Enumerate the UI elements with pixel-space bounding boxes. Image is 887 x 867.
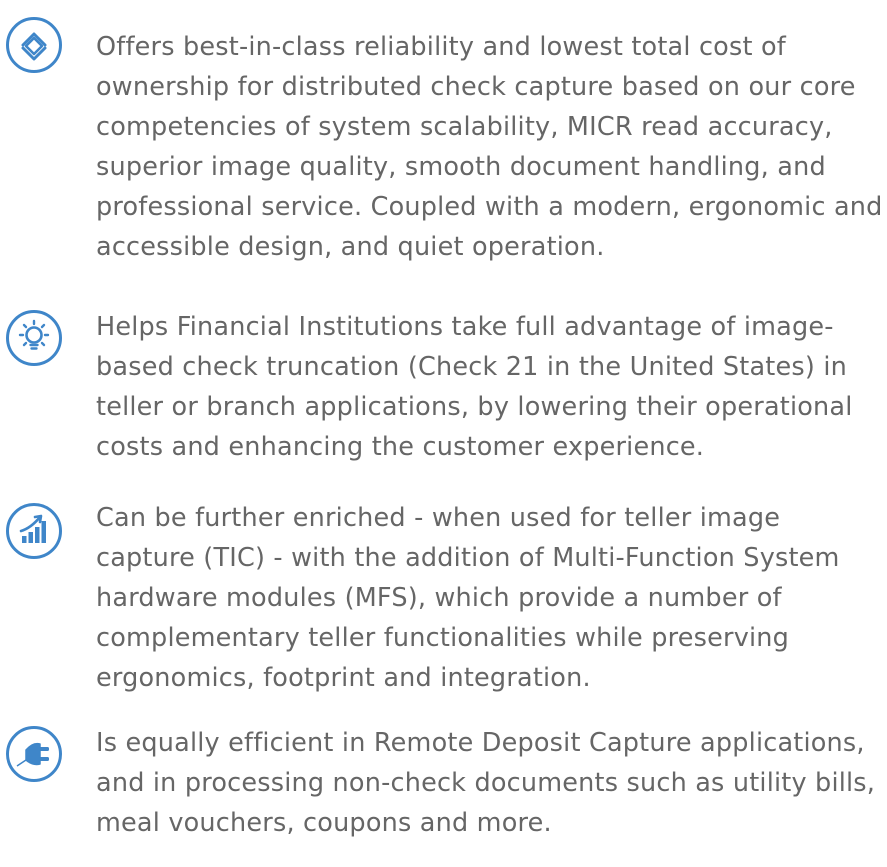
lightbulb-icon-graphic — [18, 319, 50, 350]
plug-icon-graphic — [16, 742, 49, 767]
feature-description: Helps Financial Institutions take full a… — [96, 312, 853, 462]
lightbulb-icon — [6, 310, 62, 366]
layers-icon-graphic — [21, 32, 47, 61]
feature-description: Is equally efficient in Remote Deposit C… — [96, 728, 876, 838]
feature-description: Offers best-in-class reliability and low… — [96, 32, 883, 262]
growth-chart-icon-graphic — [19, 514, 46, 543]
feature-description: Can be further enriched - when used for … — [96, 503, 840, 693]
layers-icon — [6, 17, 62, 73]
growth-chart-icon — [6, 503, 62, 559]
plug-icon — [6, 726, 62, 782]
